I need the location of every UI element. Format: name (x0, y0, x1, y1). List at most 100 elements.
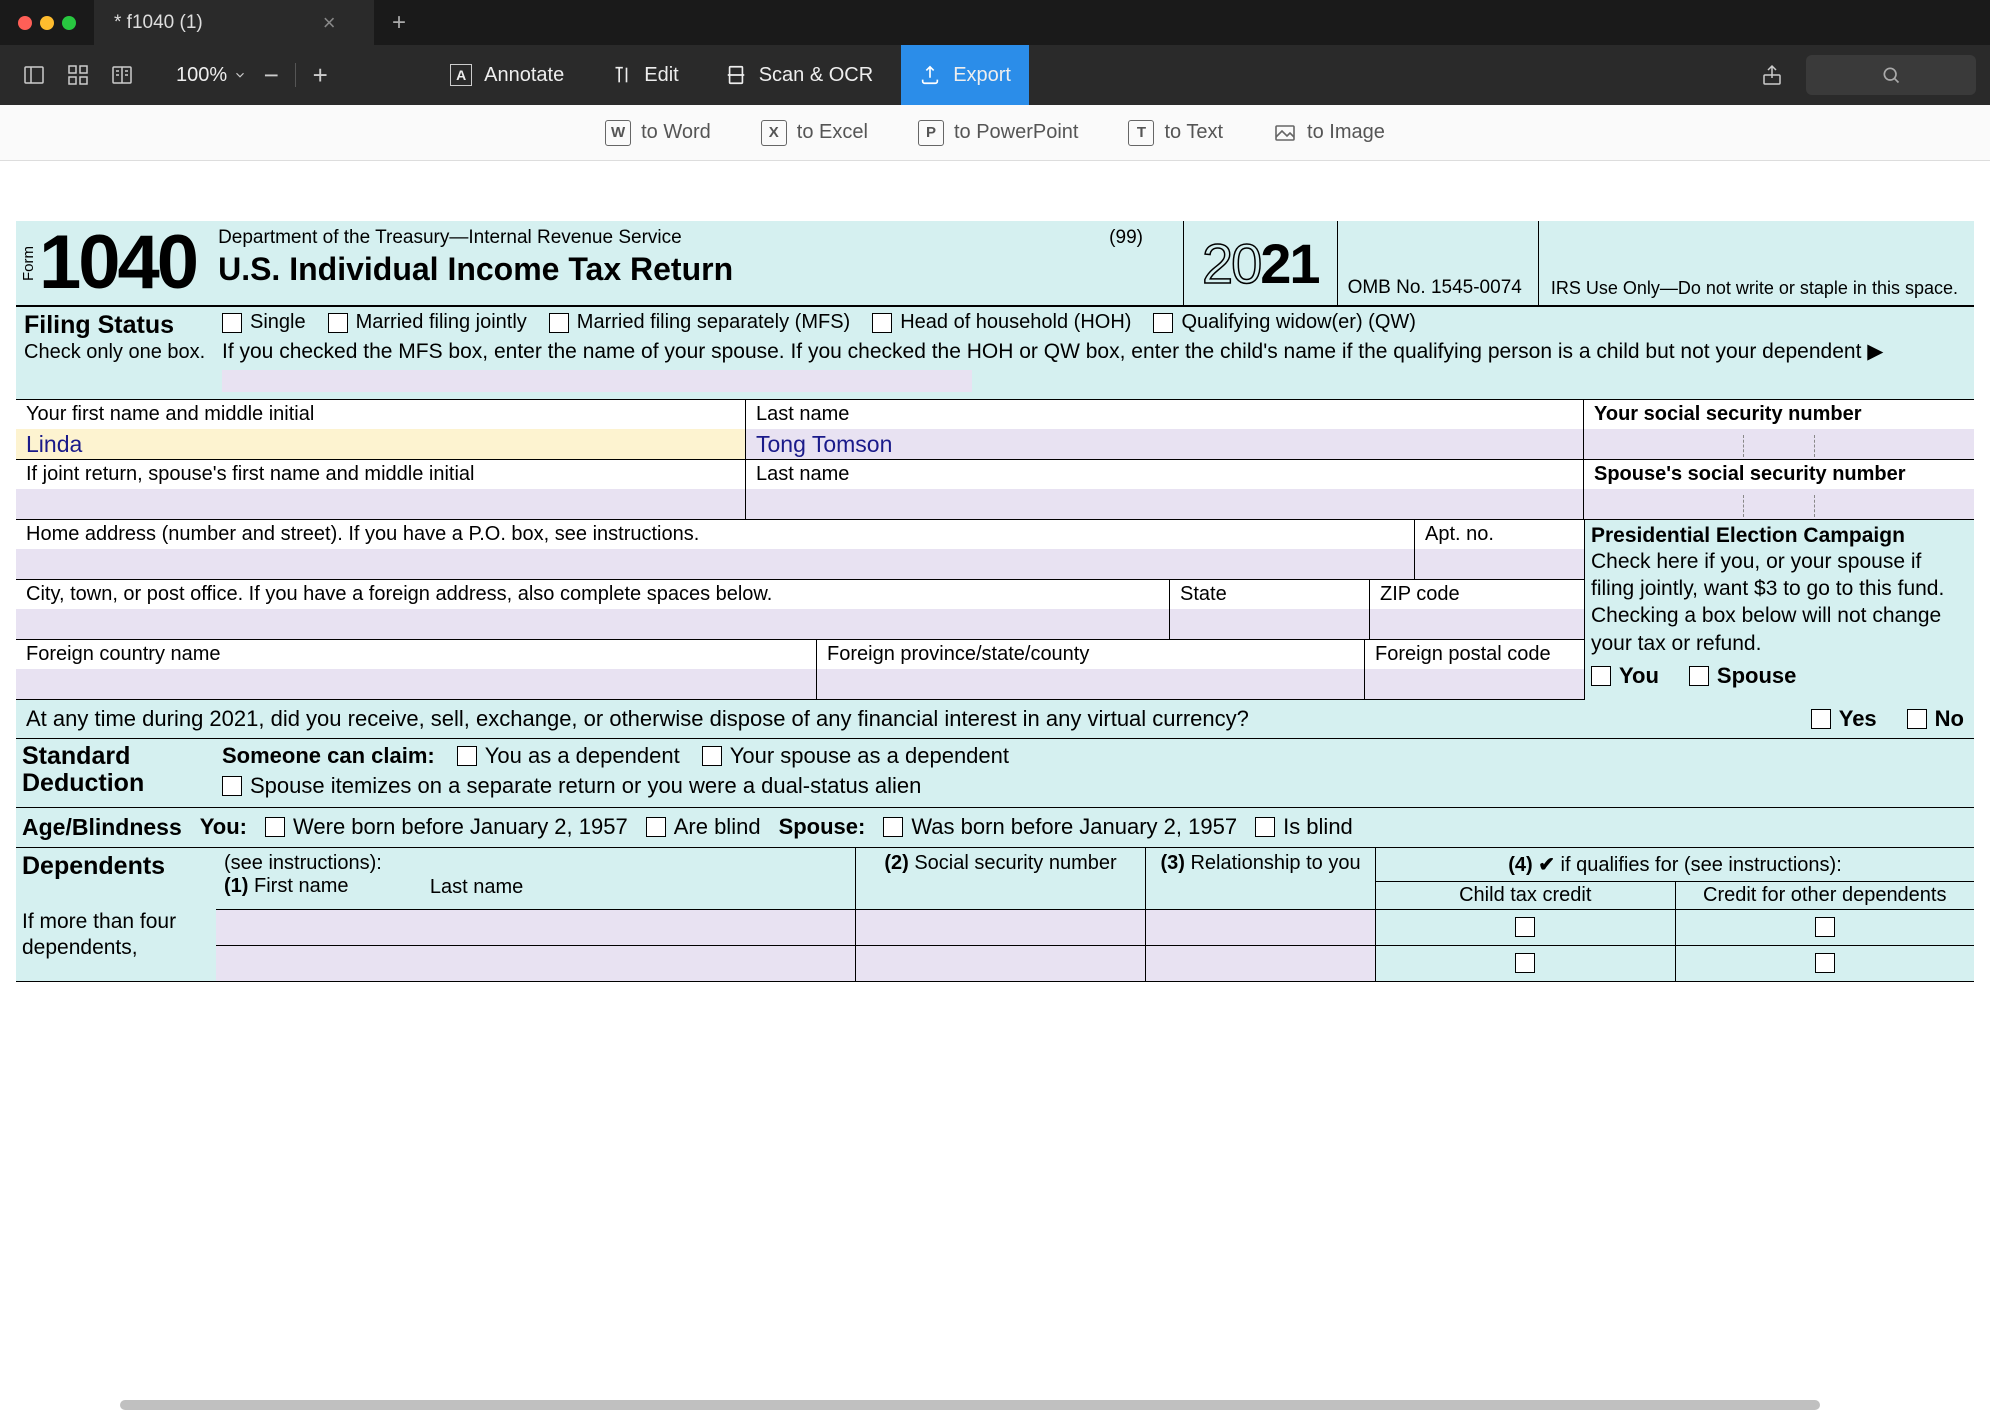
filing-status-title: Filing Status (24, 311, 208, 340)
filing-hoh[interactable]: Head of household (HOH) (872, 311, 1131, 334)
export-to-text[interactable]: Tto Text (1128, 120, 1223, 146)
first-name-input[interactable]: Linda (16, 429, 745, 459)
omb-number: OMB No. 1545-0074 (1338, 221, 1539, 305)
foreign-postal-input[interactable] (1365, 669, 1584, 699)
spouse-blind[interactable]: Is blind (1255, 814, 1353, 840)
crypto-yes[interactable]: Yes (1811, 706, 1877, 732)
share-icon[interactable] (1752, 55, 1792, 95)
annotate-button[interactable]: A Annotate (432, 45, 582, 105)
dep-row-2-name[interactable] (216, 946, 856, 981)
dep-ssn-header: Social security number (914, 852, 1116, 874)
ssn-input[interactable] (1584, 429, 1974, 459)
presidential-you[interactable]: You (1591, 663, 1659, 689)
dep-last-name-header: Last name (430, 876, 523, 898)
text-icon: T (1128, 120, 1154, 146)
zoom-out-button[interactable]: − (253, 60, 289, 91)
home-addr-input[interactable] (16, 549, 1414, 579)
filing-single[interactable]: Single (222, 311, 306, 334)
edit-icon (610, 64, 632, 86)
dep-row-2-ctc[interactable] (1376, 946, 1676, 981)
filing-mfs[interactable]: Married filing separately (MFS) (549, 311, 850, 334)
crypto-no[interactable]: No (1907, 706, 1964, 732)
export-icon (919, 64, 941, 86)
chevron-down-icon (233, 68, 247, 82)
window-minimize[interactable] (40, 16, 54, 30)
export-to-word[interactable]: Wto Word (605, 120, 711, 146)
form-number: Form 1040 (16, 221, 204, 305)
spouse-itemizes[interactable]: Spouse itemizes on a separate return or … (222, 773, 921, 799)
age-spouse-label: Spouse: (779, 814, 866, 840)
scan-icon (725, 64, 747, 86)
scan-ocr-button[interactable]: Scan & OCR (707, 45, 891, 105)
horizontal-scrollbar[interactable] (0, 1398, 1990, 1412)
spouse-first-label: If joint return, spouse's first name and… (16, 460, 745, 489)
export-to-image[interactable]: to Image (1273, 121, 1385, 145)
close-tab-icon[interactable]: × (323, 10, 336, 36)
presidential-text: Check here if you, or your spouse if fil… (1591, 548, 1968, 657)
dep-row-1-ssn[interactable] (856, 910, 1146, 945)
window-maximize[interactable] (62, 16, 76, 30)
dep-relationship-header: Relationship to you (1190, 852, 1360, 874)
zoom-in-button[interactable]: + (302, 60, 338, 91)
spouse-last-input[interactable] (746, 489, 1583, 519)
ppt-icon: P (918, 120, 944, 146)
excel-icon: X (761, 120, 787, 146)
foreign-country-input[interactable] (16, 669, 816, 699)
dep-qualifies-header: if qualifies for (see instructions): (1561, 854, 1842, 876)
spouse-last-label: Last name (746, 460, 1583, 489)
spouse-ssn-input[interactable] (1584, 489, 1974, 519)
dep-row-2-ssn[interactable] (856, 946, 1146, 981)
tax-year: 2021 (1184, 221, 1338, 305)
state-input[interactable] (1170, 609, 1369, 639)
edit-button[interactable]: Edit (592, 45, 696, 105)
crypto-question: At any time during 2021, did you receive… (26, 706, 1781, 732)
document-tab[interactable]: * f1040 (1) × (94, 0, 374, 45)
apt-label: Apt. no. (1415, 520, 1584, 549)
apt-input[interactable] (1415, 549, 1584, 579)
presidential-spouse[interactable]: Spouse (1689, 663, 1796, 689)
filing-name-input[interactable] (222, 370, 972, 392)
annotate-icon: A (450, 64, 472, 86)
search-button[interactable] (1806, 55, 1976, 95)
export-to-excel[interactable]: Xto Excel (761, 120, 868, 146)
export-button[interactable]: Export (901, 45, 1029, 105)
dep-first-name-header: First name (254, 875, 348, 897)
dep-row-1-ctc[interactable] (1376, 910, 1676, 945)
filing-qw[interactable]: Qualifying widow(er) (QW) (1153, 311, 1415, 334)
first-name-label: Your first name and middle initial (16, 400, 745, 429)
city-input[interactable] (16, 609, 1169, 639)
age-blindness-title: Age/Blindness (22, 814, 182, 841)
spouse-first-input[interactable] (16, 489, 745, 519)
thumbnails-icon[interactable] (58, 55, 98, 95)
window-close[interactable] (18, 16, 32, 30)
ssn-label: Your social security number (1584, 400, 1974, 429)
someone-can-claim: Someone can claim: (222, 743, 435, 769)
code-99: (99) (1109, 227, 1143, 249)
dep-row-1-other[interactable] (1676, 910, 1975, 945)
separator (295, 63, 296, 87)
dep-row-1-rel[interactable] (1146, 910, 1376, 945)
spouse-born-before[interactable]: Was born before January 2, 1957 (883, 814, 1237, 840)
foreign-province-input[interactable] (817, 669, 1364, 699)
image-icon (1273, 121, 1297, 145)
you-born-before[interactable]: Were born before January 2, 1957 (265, 814, 628, 840)
dep-row-2-rel[interactable] (1146, 946, 1376, 981)
filing-status-sub: Check only one box. (24, 340, 208, 364)
home-addr-label: Home address (number and street). If you… (16, 520, 1414, 549)
zoom-dropdown[interactable]: 100% (176, 64, 247, 87)
dep-row-2-other[interactable] (1676, 946, 1975, 981)
spouse-as-dependent[interactable]: Your spouse as a dependent (702, 743, 1009, 769)
you-blind[interactable]: Are blind (646, 814, 761, 840)
export-to-powerpoint[interactable]: Pto PowerPoint (918, 120, 1079, 146)
sidebar-toggle-icon[interactable] (14, 55, 54, 95)
document-viewport[interactable]: Form 1040 Department of the Treasury—Int… (0, 161, 1990, 1412)
foreign-postal-label: Foreign postal code (1365, 640, 1584, 669)
filing-instructions: If you checked the MFS box, enter the na… (222, 338, 1974, 395)
new-tab-button[interactable]: + (374, 9, 424, 37)
you-as-dependent[interactable]: You as a dependent (457, 743, 680, 769)
zip-input[interactable] (1370, 609, 1584, 639)
last-name-input[interactable]: Tong Tomson (746, 429, 1583, 459)
reader-view-icon[interactable] (102, 55, 142, 95)
dep-row-1-name[interactable] (216, 910, 856, 945)
filing-mfj[interactable]: Married filing jointly (328, 311, 527, 334)
